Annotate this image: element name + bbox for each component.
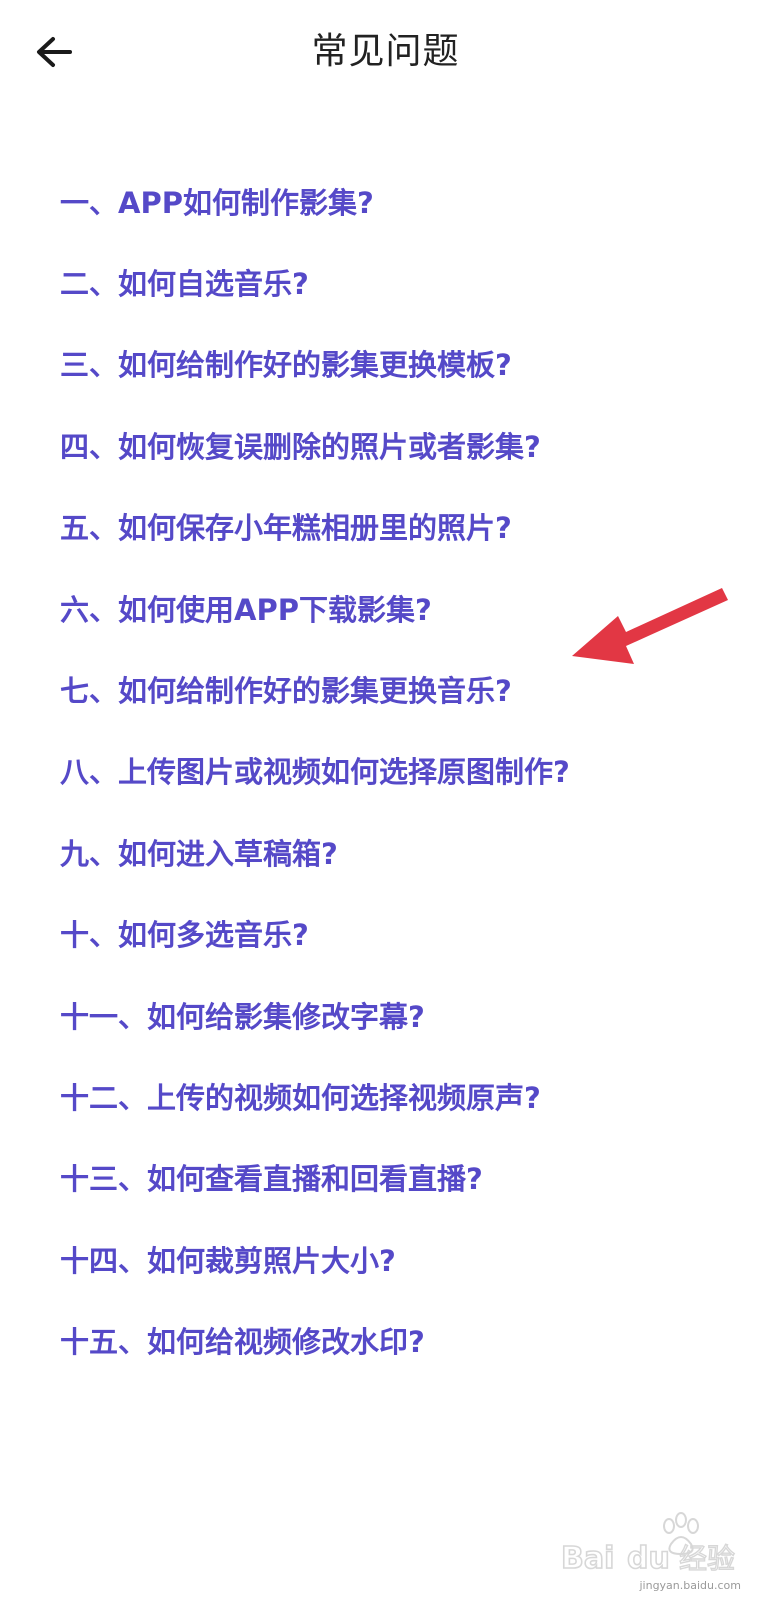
faq-item-12[interactable]: 十二、上传的视频如何选择视频原声? [60, 1055, 750, 1136]
faq-item-15[interactable]: 十五、如何给视频修改水印? [60, 1299, 750, 1380]
faq-item-14[interactable]: 十四、如何裁剪照片大小? [60, 1218, 750, 1299]
svg-text:du: du [627, 1541, 670, 1576]
faq-item-4[interactable]: 四、如何恢复误删除的照片或者影集? [60, 404, 750, 485]
faq-item-8[interactable]: 八、上传图片或视频如何选择原图制作? [60, 730, 750, 811]
faq-page: 常见问题 一、APP如何制作影集? 二、如何自选音乐? 三、如何给制作好的影集更… [0, 0, 771, 1600]
red-arrow-annotation [572, 588, 728, 664]
faq-list: 一、APP如何制作影集? 二、如何自选音乐? 三、如何给制作好的影集更换模板? … [60, 160, 750, 1381]
faq-item-3[interactable]: 三、如何给制作好的影集更换模板? [60, 323, 750, 404]
faq-item-2[interactable]: 二、如何自选音乐? [60, 241, 750, 322]
faq-item-9[interactable]: 九、如何进入草稿箱? [60, 811, 750, 892]
svg-text:经验: 经验 [679, 1542, 735, 1575]
faq-item-1[interactable]: 一、APP如何制作影集? [60, 160, 750, 241]
svg-text:Bai: Bai [561, 1541, 614, 1576]
watermark-url: jingyan.baidu.com [639, 1579, 741, 1592]
faq-item-5[interactable]: 五、如何保存小年糕相册里的照片? [60, 486, 750, 567]
page-title: 常见问题 [311, 31, 460, 72]
baidu-watermark-logo: Bai du 经验 [560, 1512, 736, 1577]
faq-item-13[interactable]: 十三、如何查看直播和回看直播? [60, 1137, 750, 1218]
faq-item-11[interactable]: 十一、如何给影集修改字幕? [60, 974, 750, 1055]
faq-item-10[interactable]: 十、如何多选音乐? [60, 893, 750, 974]
header-bar: 常见问题 [0, 0, 771, 104]
